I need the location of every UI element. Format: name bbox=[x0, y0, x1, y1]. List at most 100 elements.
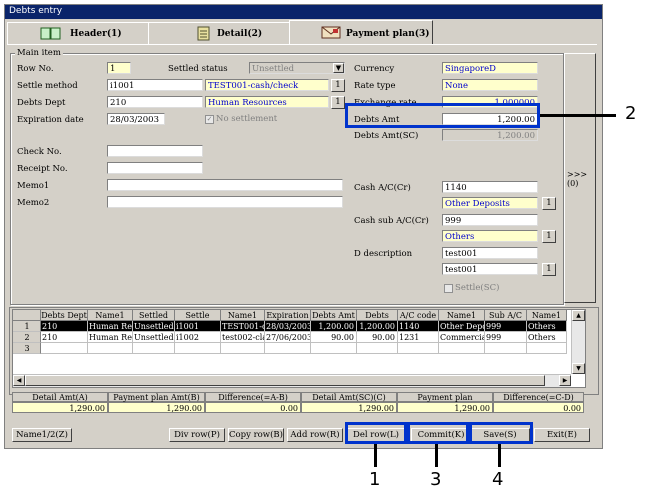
copy-row-button[interactable]: Copy row(B) bbox=[228, 428, 284, 442]
check-no-field[interactable] bbox=[107, 145, 203, 157]
scroll-up-icon[interactable]: ▲ bbox=[572, 310, 585, 321]
grid-cell[interactable] bbox=[357, 343, 398, 354]
settled-status-select[interactable]: Unsettled bbox=[249, 62, 345, 74]
grid-hscrollbar[interactable]: ◀ ▶ bbox=[13, 374, 571, 387]
grid-cell[interactable]: Human Reso bbox=[88, 321, 133, 332]
receipt-no-field[interactable] bbox=[107, 162, 203, 174]
grid-row-number[interactable]: 2 bbox=[13, 332, 41, 343]
scroll-right-icon[interactable]: ▶ bbox=[559, 375, 571, 386]
grid-cell[interactable]: i1001 bbox=[175, 321, 221, 332]
grid-header-cell[interactable]: A/C code bbox=[398, 310, 439, 321]
grid-header-cell[interactable]: Sub A/C bbox=[485, 310, 527, 321]
grid-cell[interactable]: 90.00 bbox=[357, 332, 398, 343]
grid-header-cell[interactable]: Settled bbox=[133, 310, 175, 321]
grid-cell[interactable] bbox=[311, 343, 357, 354]
grid-header-cell[interactable]: Debts Dept bbox=[41, 310, 88, 321]
debts-dept-spin-button[interactable]: 1 bbox=[331, 96, 345, 109]
grid-cell[interactable] bbox=[175, 343, 221, 354]
grid-cell[interactable] bbox=[221, 343, 265, 354]
grid-cell[interactable]: Unsettled bbox=[133, 321, 175, 332]
scroll-left-icon[interactable]: ◀ bbox=[13, 375, 25, 386]
grid-cell[interactable]: i1002 bbox=[175, 332, 221, 343]
grid-cell[interactable]: 210 bbox=[41, 332, 88, 343]
callout-line-2 bbox=[540, 114, 616, 117]
grid-body: Debts Dept Name1 Settled Settle Name1 Expirat… bbox=[13, 310, 571, 355]
scroll-down-icon[interactable]: ▼ bbox=[572, 363, 585, 374]
tab-detail[interactable]: Detail(2) bbox=[148, 22, 290, 45]
grid-cell[interactable]: test002-clain bbox=[221, 332, 265, 343]
cash-ac-code[interactable]: 1140 bbox=[442, 181, 538, 193]
grid-cell[interactable] bbox=[485, 343, 527, 354]
grid-cell[interactable]: Others bbox=[527, 321, 567, 332]
debts-amt-sc-label: Debts Amt(SC) bbox=[354, 131, 419, 141]
grid-header-cell[interactable]: Debts Amt bbox=[311, 310, 357, 321]
summary-header: Difference(=C-D) bbox=[493, 392, 584, 402]
row-no-field[interactable]: 1 bbox=[107, 62, 131, 74]
grid-cell[interactable]: Others bbox=[527, 332, 567, 343]
rate-type-field: None bbox=[442, 79, 538, 91]
cash-sub-ac-spin-button[interactable]: 1 bbox=[542, 230, 556, 243]
grid-cell[interactable] bbox=[41, 343, 88, 354]
memo2-field[interactable] bbox=[107, 196, 343, 208]
grid-cell[interactable] bbox=[265, 343, 311, 354]
cash-ac-spin-button[interactable]: 1 bbox=[542, 197, 556, 210]
d-description-spin-button[interactable]: 1 bbox=[542, 263, 556, 276]
name12-button[interactable]: Name1/2(Z) bbox=[12, 428, 72, 442]
grid-cell[interactable]: 1,200.00 bbox=[357, 321, 398, 332]
row-no-label: Row No. bbox=[17, 64, 54, 74]
callout-label-3: 3 bbox=[430, 469, 442, 490]
grid-header-cell[interactable] bbox=[13, 310, 41, 321]
grid-header-cell[interactable]: Name1 bbox=[221, 310, 265, 321]
grid-cell[interactable]: Other Depos bbox=[439, 321, 485, 332]
grid-cell[interactable] bbox=[527, 343, 567, 354]
grid-header-cell[interactable]: Name1 bbox=[88, 310, 133, 321]
notepad-icon bbox=[197, 26, 210, 41]
settle-method-spin-button[interactable]: 1 bbox=[331, 79, 345, 92]
grid-cell[interactable]: Unsettled bbox=[133, 332, 175, 343]
d-description-line2[interactable]: test001 bbox=[442, 263, 538, 275]
grid-header-cell[interactable]: Settle bbox=[175, 310, 221, 321]
grid-header-cell[interactable]: Debts bbox=[357, 310, 398, 321]
grid-cell[interactable]: TEST001-ca bbox=[221, 321, 265, 332]
grid-header-cell[interactable]: Name1 bbox=[527, 310, 567, 321]
chevron-down-icon[interactable]: ▼ bbox=[333, 63, 344, 73]
grid-cell[interactable]: 90.00 bbox=[311, 332, 357, 343]
grid-header-cell[interactable]: Expiration bbox=[265, 310, 311, 321]
grid-cell[interactable] bbox=[398, 343, 439, 354]
side-expand-button[interactable]: >>>(0) bbox=[564, 53, 596, 303]
tab-header[interactable]: Header(1) bbox=[7, 22, 149, 45]
grid-cell[interactable]: Human Reso bbox=[88, 332, 133, 343]
grid-cell[interactable]: 210 bbox=[41, 321, 88, 332]
grid-cell[interactable]: 999 bbox=[485, 332, 527, 343]
scroll-thumb[interactable] bbox=[25, 375, 545, 386]
grid-cell[interactable]: 27/06/2003 bbox=[265, 332, 311, 343]
no-settlement-checkbox[interactable]: ✓ bbox=[205, 115, 214, 124]
grid-cell[interactable]: 1,200.00 bbox=[311, 321, 357, 332]
settle-method-code[interactable]: i1001 bbox=[107, 79, 203, 91]
exit-button[interactable]: Exit(E) bbox=[534, 428, 590, 442]
grid-vscrollbar[interactable]: ▲ ▼ bbox=[571, 310, 585, 374]
grid-header-cell[interactable]: Name1 bbox=[439, 310, 485, 321]
div-row-button[interactable]: Div row(P) bbox=[169, 428, 225, 442]
callout-line-4 bbox=[498, 444, 501, 467]
no-settlement-label: No settlement bbox=[216, 114, 278, 124]
expiration-date-field[interactable]: 28/03/2003 bbox=[107, 113, 165, 125]
tab-payment-plan[interactable]: Payment plan(3) bbox=[289, 20, 433, 45]
grid-cell[interactable] bbox=[88, 343, 133, 354]
cash-sub-ac-code[interactable]: 999 bbox=[442, 214, 538, 226]
grid-cell[interactable] bbox=[439, 343, 485, 354]
grid-cell[interactable]: 999 bbox=[485, 321, 527, 332]
grid-cell[interactable]: 28/03/2003 bbox=[265, 321, 311, 332]
settle-sc-checkbox[interactable] bbox=[444, 284, 453, 293]
grid-cell[interactable]: 1140 bbox=[398, 321, 439, 332]
debts-dept-code[interactable]: 210 bbox=[107, 96, 203, 108]
add-row-button[interactable]: Add row(R) bbox=[287, 428, 343, 442]
grid-cell[interactable] bbox=[133, 343, 175, 354]
grid-cell[interactable]: 1231 bbox=[398, 332, 439, 343]
d-description-line1[interactable]: test001 bbox=[442, 247, 538, 259]
memo1-field[interactable] bbox=[107, 179, 343, 191]
grid-cell[interactable]: Commercial bbox=[439, 332, 485, 343]
grid-row-number[interactable]: 1 bbox=[13, 321, 41, 332]
debts-grid[interactable]: Debts Dept Name1 Settled Settle Name1 Expirat… bbox=[12, 309, 586, 388]
grid-row-number[interactable]: 3 bbox=[13, 343, 41, 354]
